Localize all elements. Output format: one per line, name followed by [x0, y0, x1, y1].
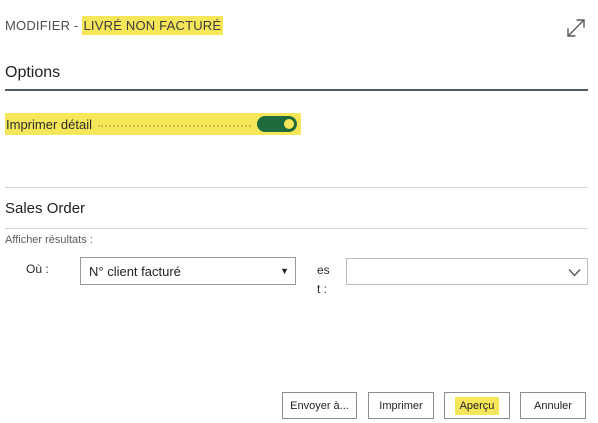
- where-label: Où :: [26, 262, 49, 276]
- page-title: MODIFIER - LIVRÉ NON FACTURÉ: [5, 14, 224, 36]
- chevron-down-icon: [568, 269, 581, 277]
- toggle-knob: [284, 119, 294, 129]
- page-title-prefix: MODIFIER -: [5, 17, 79, 33]
- sales-order-heading: Sales Order: [5, 200, 86, 217]
- page-title-record: LIVRÉ NON FACTURÉ: [81, 15, 224, 35]
- section-divider: [5, 187, 588, 188]
- filter-value-input[interactable]: [346, 258, 588, 285]
- print-detail-option: Imprimer détail: [5, 113, 301, 135]
- sales-order-divider: [5, 228, 588, 229]
- print-detail-toggle[interactable]: [257, 116, 297, 132]
- operator-label: est :: [317, 263, 330, 296]
- preview-button-label: Aperçu: [454, 396, 500, 415]
- filter-field-value: N° client facturé: [89, 263, 181, 279]
- cancel-button[interactable]: Annuler: [520, 392, 586, 419]
- leader-dots: [97, 124, 251, 127]
- show-results-label: Afficher résultats :: [5, 234, 93, 246]
- preview-button[interactable]: Aperçu: [444, 392, 510, 419]
- dropdown-arrow-icon: ▼: [280, 266, 289, 276]
- print-button[interactable]: Imprimer: [368, 392, 434, 419]
- print-detail-label: Imprimer détail: [6, 116, 92, 132]
- report-request-page: MODIFIER - LIVRÉ NON FACTURÉ Options Imp…: [0, 0, 598, 423]
- options-divider: [5, 89, 588, 91]
- options-heading: Options: [5, 64, 61, 81]
- send-to-button[interactable]: Envoyer à...: [282, 392, 357, 419]
- expand-icon[interactable]: [565, 17, 587, 39]
- filter-field-select[interactable]: N° client facturé ▼: [80, 257, 296, 285]
